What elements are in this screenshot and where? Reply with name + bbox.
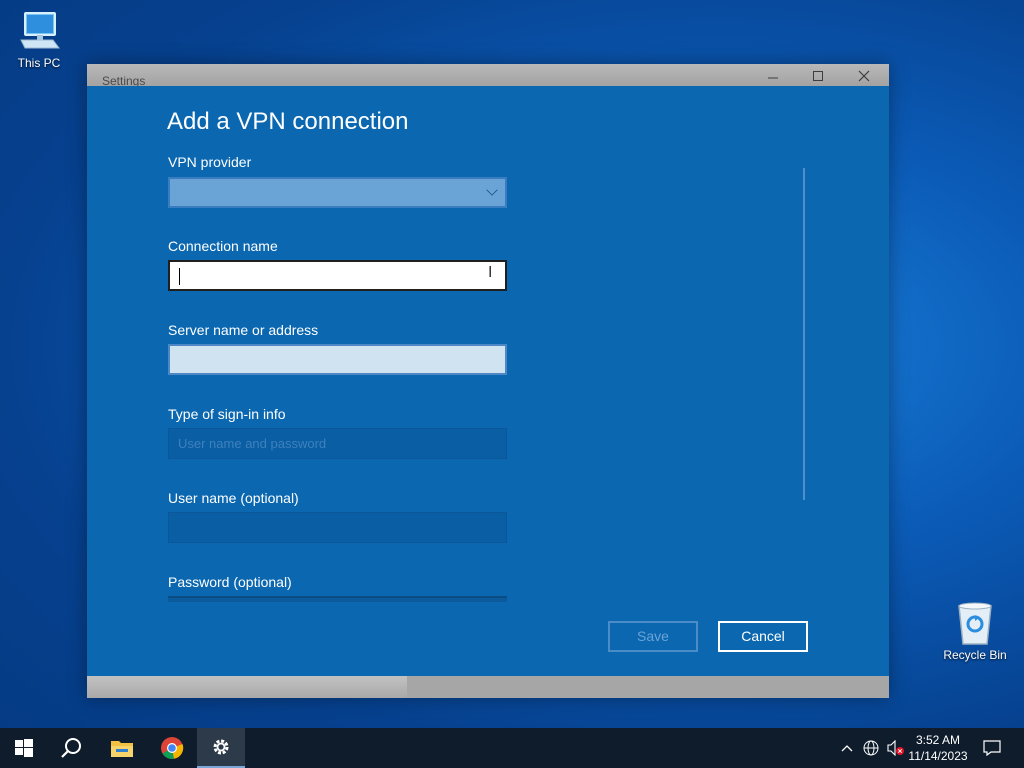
- chevron-down-icon: [486, 184, 498, 196]
- network-button[interactable]: [860, 728, 882, 768]
- recycle-bin-label: Recycle Bin: [943, 648, 1007, 662]
- start-icon: [15, 739, 33, 757]
- title-bar[interactable]: Settings: [87, 64, 889, 88]
- ibeam-cursor-icon: I: [488, 264, 493, 281]
- connection-name-label: Connection name: [168, 238, 278, 254]
- vpn-provider-dropdown[interactable]: [168, 177, 507, 208]
- clock[interactable]: 3:52 AM 11/14/2023: [905, 732, 971, 764]
- network-icon: [863, 740, 879, 756]
- password-label: Password (optional): [168, 574, 292, 590]
- password-input[interactable]: [168, 596, 507, 602]
- save-button[interactable]: Save: [608, 621, 698, 652]
- clock-time: 3:52 AM: [915, 733, 961, 747]
- taskbar: 3:52 AM 11/14/2023: [0, 728, 1024, 768]
- action-center-button[interactable]: [980, 728, 1004, 768]
- volume-button[interactable]: [884, 728, 906, 768]
- maximize-button[interactable]: [795, 70, 841, 86]
- notification-icon: [983, 740, 1001, 756]
- settings-taskbar-button[interactable]: [197, 728, 245, 768]
- server-label: Server name or address: [168, 322, 319, 338]
- recycle-bin-desktop-icon[interactable]: Recycle Bin: [940, 602, 1010, 662]
- recycle-bin-icon: [951, 602, 999, 646]
- settings-icon: [213, 739, 229, 755]
- start-button[interactable]: [0, 728, 48, 768]
- search-button[interactable]: [48, 728, 96, 768]
- vpn-provider-label: VPN provider: [168, 154, 252, 170]
- chrome-button[interactable]: [148, 728, 196, 768]
- page-title: Add a VPN connection: [167, 108, 409, 135]
- file-explorer-icon: [111, 741, 133, 757]
- signin-type-value: User name and password: [178, 436, 327, 451]
- cancel-button[interactable]: Cancel: [718, 621, 808, 652]
- close-icon: [858, 70, 870, 82]
- username-input[interactable]: [168, 512, 507, 543]
- signin-type-label: Type of sign-in info: [168, 406, 286, 422]
- this-pc-desktop-icon[interactable]: This PC: [4, 10, 74, 70]
- this-pc-label: This PC: [17, 56, 61, 70]
- close-button[interactable]: [841, 70, 887, 86]
- maximize-icon: [813, 71, 823, 81]
- chevron-up-icon: [841, 745, 853, 752]
- signin-type-dropdown[interactable]: User name and password: [168, 428, 507, 459]
- show-hidden-icons-button[interactable]: [838, 728, 856, 768]
- server-input[interactable]: [168, 344, 507, 375]
- window-bottom-bar: [87, 676, 889, 698]
- vpn-form: Add a VPN connection VPN provider Connec…: [87, 86, 889, 676]
- volume-muted-icon: [887, 740, 904, 756]
- settings-window: Settings Add a VPN connection VPN provid…: [87, 64, 889, 698]
- clock-date: 11/14/2023: [908, 749, 968, 763]
- text-caret: [179, 268, 180, 285]
- connection-name-input[interactable]: [168, 260, 507, 291]
- file-explorer-button[interactable]: [98, 728, 146, 768]
- scrollbar[interactable]: [803, 168, 805, 500]
- search-icon: [61, 738, 81, 758]
- minimize-icon: [768, 77, 778, 79]
- minimize-button[interactable]: [750, 70, 796, 86]
- username-label: User name (optional): [168, 490, 299, 506]
- computer-icon: [15, 10, 63, 54]
- chrome-icon: [161, 737, 184, 759]
